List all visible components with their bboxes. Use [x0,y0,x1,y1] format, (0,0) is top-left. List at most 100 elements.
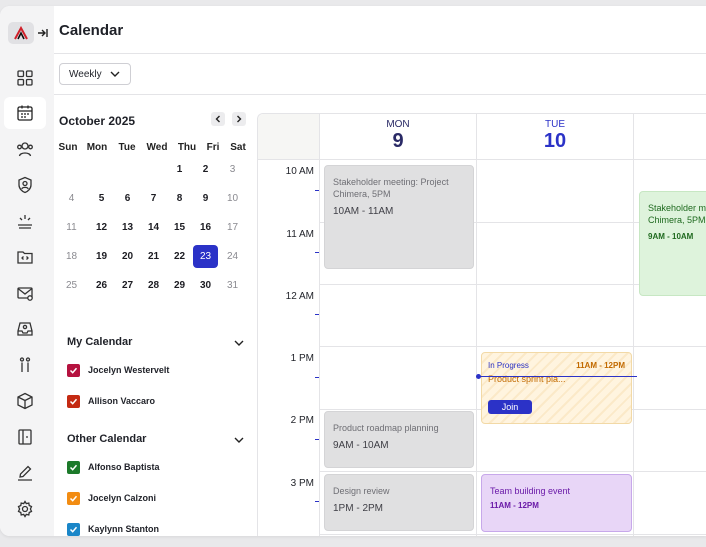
time-label: 10 AM [285,166,314,177]
box-icon [17,392,33,410]
mini-calendar-day[interactable]: 15 [167,216,192,239]
expand-sidebar-icon[interactable] [36,26,50,40]
mini-calendar-day[interactable]: 31 [220,274,245,297]
checkbox[interactable] [67,522,80,536]
nav-dashboard[interactable] [4,62,46,94]
calendar-item-jocelyn-calzoni[interactable]: Jocelyn Calzoni [67,490,156,506]
mini-calendar-day[interactable]: 27 [115,274,140,297]
mini-calendar-day[interactable]: 14 [141,216,166,239]
mini-calendar-day[interactable]: 21 [141,245,166,268]
event-time: 10AM - 11AM [333,206,394,217]
prev-month-button[interactable] [211,112,225,126]
mini-calendar-day[interactable]: 28 [141,274,166,297]
mini-calendar-day[interactable]: 7 [141,187,166,210]
mini-calendar-day[interactable]: 6 [115,187,140,210]
nav-edit[interactable] [4,457,46,489]
time-label: 1 PM [290,353,314,364]
calendar-item-allison-vaccaro[interactable]: Allison Vaccaro [67,393,155,409]
nav-insights[interactable] [4,205,46,237]
event-time: 11AM - 12PM [576,361,625,370]
mini-calendar-day[interactable]: 16 [193,216,218,239]
mini-calendar-day[interactable]: 3 [220,158,245,181]
mini-calendar-day[interactable]: 12 [89,216,114,239]
mini-calendar-day[interactable]: 20 [115,245,140,268]
chevron-down-icon [110,71,120,77]
mini-calendar-day[interactable]: 4 [59,187,84,210]
event-product-roadmap[interactable]: Product roadmap planning 9AM - 10AM [324,411,474,468]
toolbar-divider [54,94,706,95]
mail-icon [17,287,33,301]
mini-calendar-day[interactable]: 25 [59,274,84,297]
view-select-value: Weekly [69,68,102,80]
nav-people[interactable] [4,133,46,165]
mini-calendar-day[interactable]: 13 [115,216,140,239]
nav-packages[interactable] [4,385,46,417]
calendar-item-alfonso-baptista[interactable]: Alfonso Baptista [67,459,160,475]
day-header-tue[interactable]: TUE 10 [477,119,633,152]
event-status: In Progress [488,361,529,370]
mini-calendar-day[interactable]: 5 [89,187,114,210]
event-title: Stakeholder meeting: Project Chimera, 5P… [333,177,449,199]
mini-calendar-day[interactable]: 2 [193,158,218,181]
mini-calendar-day[interactable]: 1 [167,158,192,181]
nav-code[interactable] [4,241,46,273]
nav-mail[interactable] [4,277,46,309]
mini-calendar-day[interactable]: 18 [59,245,84,268]
event-design-review[interactable]: Design review 1PM - 2PM [324,474,474,531]
time-label: 2 PM [290,415,314,426]
next-month-button[interactable] [232,112,246,126]
view-select[interactable]: Weekly [59,63,131,85]
mini-calendar-day[interactable]: 29 [167,274,192,297]
day-name: TUE [545,119,565,130]
mini-calendar-day[interactable]: 11 [59,216,84,239]
nav-security[interactable] [4,169,46,201]
check-icon [69,367,78,374]
join-button[interactable]: Join [488,400,532,414]
calendar-item-kaylynn-stanton[interactable]: Kaylynn Stanton [67,521,159,536]
time-tick [315,377,319,378]
day-header-mon[interactable]: MON 9 [320,119,476,152]
checkbox[interactable] [67,460,80,474]
day-number: 9 [392,130,404,152]
calendar-item-jocelyn-westervelt[interactable]: Jocelyn Westervelt [67,362,169,378]
weekday-label: Wed [146,142,168,153]
mini-calendar-day[interactable]: 9 [193,187,218,210]
weekday-label: Sat [230,142,246,153]
checkbox[interactable] [67,394,80,408]
event-stakeholder-meeting[interactable]: Stakeholder meeting: Project Chimera, 5P… [324,165,474,269]
mini-calendar-day[interactable]: 26 [89,274,114,297]
sparkle-icon [18,215,32,229]
chevron-down-icon[interactable] [234,339,244,347]
nav-tools[interactable] [4,349,46,381]
check-icon [69,464,78,471]
nav-docs[interactable] [4,421,46,453]
mini-calendar-day[interactable]: 10 [220,187,245,210]
column-divider [319,114,320,536]
day-header-wed[interactable]: W 1 [634,119,706,152]
chevron-down-icon[interactable] [234,436,244,444]
time-label: 11 AM [286,229,314,240]
mini-calendar-day[interactable]: 30 [193,274,218,297]
mini-calendar-day[interactable]: 24 [220,245,245,268]
nav-calendar[interactable] [4,97,46,129]
nav-inbox[interactable] [4,313,46,345]
mini-calendar-day[interactable]: 8 [167,187,192,210]
app-logo[interactable] [8,22,34,44]
users-icon [17,142,33,157]
event-title: Stakeholder m Chimera, 5PM [648,203,706,225]
hour-divider [319,346,706,347]
mini-calendar-day[interactable]: 22 [167,245,192,268]
checkbox[interactable] [67,363,80,377]
mini-calendar-day[interactable]: 19 [89,245,114,268]
mini-calendar-day[interactable]: 23 [193,245,218,268]
tools-icon [19,357,31,372]
time-tick [315,439,319,440]
nav-settings[interactable] [4,493,46,525]
checkbox[interactable] [67,491,80,505]
current-time-dot [476,374,481,379]
event-stakeholder-meeting-wed[interactable]: Stakeholder m Chimera, 5PM 9AM - 10AM [639,191,706,296]
event-product-sprint[interactable]: In Progress 11AM - 12PM Product sprint p… [481,352,632,424]
event-time: 9AM - 10AM [648,232,694,241]
event-team-building[interactable]: Team building event 11AM - 12PM [481,474,632,532]
mini-calendar-day[interactable]: 17 [220,216,245,239]
